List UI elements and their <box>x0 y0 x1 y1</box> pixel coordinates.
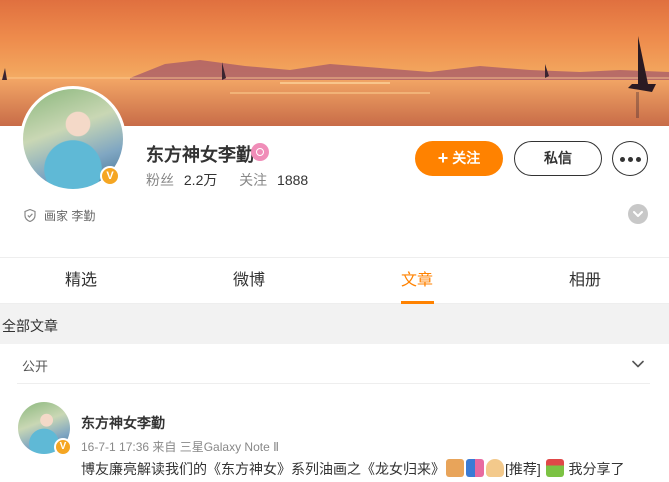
post-text[interactable]: 博友廉亮解读我们的《东方神女》系列油画之《龙女归来》 [推荐] 我分享了 <box>81 459 661 479</box>
post-text-tail: 我分享了 <box>564 461 625 477</box>
follow-label: 关注 <box>452 150 481 166</box>
tab-albums[interactable]: 相册 <box>545 258 625 304</box>
post-text-body: 博友廉亮解读我们的《东方神女》系列油画之《龙女归来》 <box>81 461 445 477</box>
filter-label: 公开 <box>22 359 49 374</box>
family-emoji-icon <box>466 459 484 477</box>
chevron-down-icon <box>633 211 643 217</box>
profile-tabs: 精选 微博 文章 相册 <box>0 257 669 304</box>
message-button[interactable]: 私信 <box>514 141 602 176</box>
more-dots-icon <box>620 157 625 162</box>
following-count[interactable]: 1888 <box>277 172 308 188</box>
section-title: 全部文章 <box>2 318 58 334</box>
description-text: 画家 李勤 <box>44 209 96 223</box>
tab-featured[interactable]: 精选 <box>41 258 121 304</box>
divider <box>17 383 650 384</box>
followers-count[interactable]: 2.2万 <box>184 172 217 188</box>
verified-badge-icon: V <box>54 438 72 456</box>
thumbs-up-emoji-icon <box>486 459 504 477</box>
follow-button[interactable]: + 关注 <box>415 141 503 176</box>
chevron-down-icon[interactable] <box>631 357 645 371</box>
following-label: 关注 <box>239 172 268 188</box>
tab-weibo[interactable]: 微博 <box>209 258 289 304</box>
member-badge-icon[interactable] <box>251 143 269 161</box>
expand-button[interactable] <box>628 204 648 224</box>
profile-description: 画家 李勤 <box>24 207 95 224</box>
gift-emoji-icon <box>545 459 564 477</box>
post-meta: 16-7-1 17:36 来自 三星Galaxy Note Ⅱ <box>81 440 279 454</box>
followers-label: 粉丝 <box>146 172 174 188</box>
profile-name: 东方神女李勤 <box>146 145 254 165</box>
post-author-name[interactable]: 东方神女李勤 <box>81 413 165 433</box>
tab-articles[interactable]: 文章 <box>377 258 457 304</box>
more-options-button[interactable] <box>612 141 648 176</box>
praise-emoji-icon <box>446 459 464 477</box>
verified-badge-icon: V <box>100 166 120 186</box>
profile-stats: 粉丝 2.2万 关注 1888 <box>146 170 308 190</box>
section-header: 全部文章 <box>0 304 669 344</box>
shield-icon <box>24 209 36 222</box>
plus-icon: + <box>437 148 449 168</box>
post-tag: [推荐] <box>505 461 541 477</box>
visibility-filter[interactable]: 公开 <box>0 344 669 384</box>
